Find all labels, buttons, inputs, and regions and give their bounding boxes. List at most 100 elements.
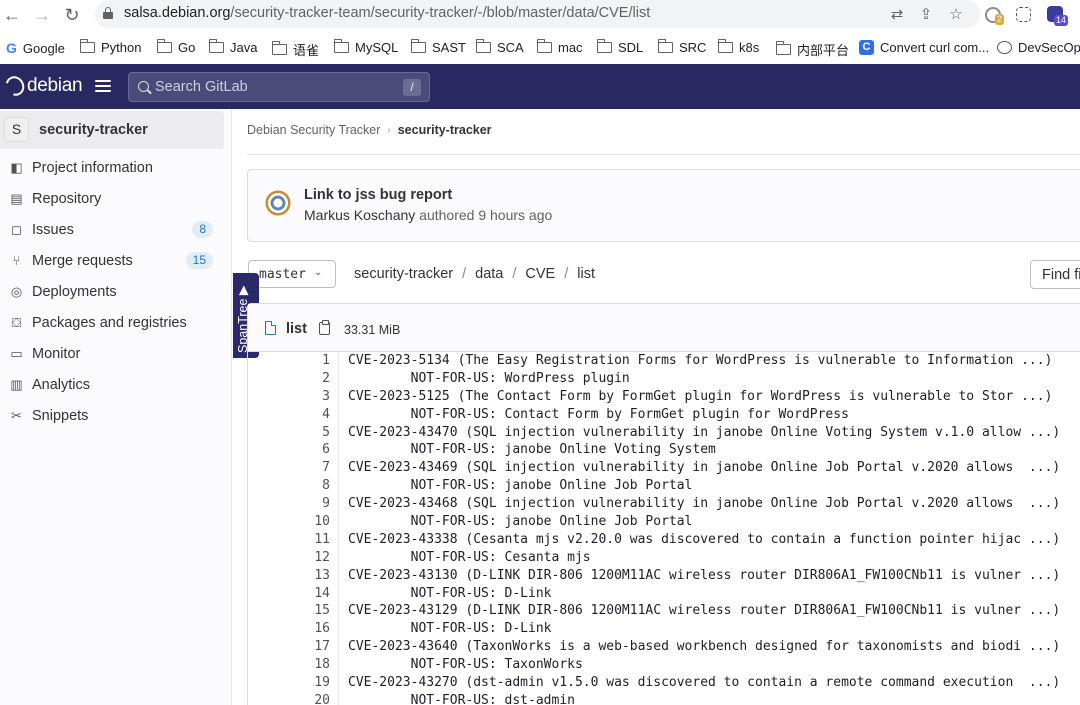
chart-icon: ▥ [10, 377, 23, 392]
line-number[interactable]: 5 [248, 424, 330, 442]
line-number[interactable]: 16 [248, 620, 330, 638]
menu-icon[interactable] [95, 80, 111, 92]
bookmark-item[interactable]: 内部平台 [775, 40, 849, 59]
folder-icon [596, 39, 612, 53]
code-line: 19 CVE-2023-43270 (dst-admin v1.5.0 was d… [248, 674, 1080, 692]
line-number[interactable]: 6 [248, 441, 330, 459]
sidebar-item-repository[interactable]: ▤ Repository [0, 186, 224, 212]
sidebar-item-analytics[interactable]: ▥ Analytics [0, 372, 224, 398]
path-separator: / [564, 266, 569, 282]
bookmark-item[interactable]: C Convert curl com... [859, 40, 989, 55]
bookmark-item[interactable]: k8s [717, 39, 759, 55]
line-text: CVE-2023-43338 (Cesanta mjs v2.20.0 was … [348, 531, 1061, 547]
path-segment-link[interactable]: data [475, 266, 503, 282]
bookmark-item[interactable]: Python [79, 39, 141, 55]
sidebar-item-issues[interactable]: ◻ Issues 8 [0, 217, 224, 243]
path-separator: / [512, 266, 517, 282]
line-number[interactable]: 7 [248, 459, 330, 477]
line-text: CVE-2023-5134 (The Easy Registration For… [348, 353, 1053, 368]
project-header[interactable]: S security-tracker [0, 111, 224, 149]
line-number[interactable]: 4 [248, 406, 330, 424]
find-file-button[interactable]: Find file [1030, 260, 1080, 289]
bookmark-item[interactable]: DevSecOps [997, 40, 1080, 55]
line-number[interactable]: 17 [248, 638, 330, 656]
bookmark-item[interactable]: 语雀 [271, 40, 319, 59]
debian-logo[interactable]: debian [2, 72, 83, 100]
merge-requests-count-badge: 15 [185, 252, 213, 269]
path-segment-link[interactable]: security-tracker [354, 266, 453, 282]
code-line: 14 NOT-FOR-US: D-Link [248, 584, 1080, 603]
gutter-divider [338, 584, 339, 603]
extension-icon[interactable]: 14 [1047, 6, 1068, 26]
commit-title-link[interactable]: Link to jss bug report [304, 187, 452, 203]
sidebar-item-snippets[interactable]: ✂ Snippets [0, 403, 224, 429]
line-number[interactable]: 13 [248, 567, 330, 585]
bookmark-item[interactable]: MySQL [333, 39, 398, 55]
commit-author-link[interactable]: Markus Koschany [304, 207, 415, 223]
line-number[interactable]: 11 [248, 531, 330, 549]
line-number[interactable]: 19 [248, 674, 330, 692]
bookmark-item[interactable]: mac [536, 39, 583, 55]
line-number[interactable]: 20 [248, 692, 330, 705]
back-icon[interactable]: ← [2, 5, 22, 25]
gutter-divider [338, 656, 339, 675]
code-line: 16 NOT-FOR-US: D-Link [248, 620, 1080, 639]
bookmark-item[interactable]: Go [156, 39, 195, 55]
sidebar-item-merge-requests[interactable]: ⑂ Merge requests 15 [0, 248, 224, 274]
browser-toolbar: ← → ↻ salsa.debian.org/security-tracker-… [0, 0, 1080, 30]
qr-extension-icon[interactable] [1016, 7, 1031, 22]
branch-selector[interactable]: master ⌄ [248, 260, 336, 288]
file-viewer: list 33.31 MiB 1 CVE-2023-5134 (The Easy … [247, 303, 1080, 705]
sidebar-item-project-information[interactable]: ◧ Project information [0, 155, 224, 181]
sidebar-item-packages-and-registries[interactable]: ⛋ Packages and registries [0, 310, 224, 336]
gutter-divider [338, 405, 339, 424]
search-input[interactable]: Search GitLab / [128, 72, 430, 102]
share-icon[interactable]: ⇪ [917, 6, 935, 24]
gutter-divider [338, 674, 339, 692]
folder-icon [156, 39, 172, 53]
line-number[interactable]: 2 [248, 370, 330, 388]
branch-name: master [259, 267, 306, 282]
reload-icon[interactable]: ↻ [62, 5, 82, 25]
line-text: NOT-FOR-US: Cesanta mjs [348, 549, 591, 565]
bookmark-item[interactable]: SCA [475, 39, 524, 55]
forward-icon[interactable]: → [32, 5, 52, 25]
breadcrumb-parent-link[interactable]: Debian Security Tracker [247, 123, 380, 137]
gitlab-header: debian Search GitLab / [0, 64, 1080, 109]
bookmark-item[interactable]: SDL [596, 39, 643, 55]
file-size: 33.31 MiB [344, 323, 401, 337]
search-placeholder: Search GitLab [155, 79, 248, 95]
line-text: NOT-FOR-US: janobe Online Job Portal [348, 478, 693, 494]
bookmark-item[interactable]: SAST [410, 39, 466, 55]
sidebar-item-monitor[interactable]: ▭ Monitor [0, 341, 224, 367]
code-line: 11 CVE-2023-43338 (Cesanta mjs v2.20.0 wa… [248, 530, 1080, 549]
line-number[interactable]: 15 [248, 602, 330, 620]
copy-icon[interactable] [319, 320, 330, 335]
translate-icon[interactable]: ⇄ [888, 6, 906, 24]
gutter-divider [338, 477, 339, 496]
sidebar-item-deployments[interactable]: ◎ Deployments [0, 279, 224, 305]
address-bar[interactable]: salsa.debian.org/security-tracker-team/s… [95, 0, 980, 28]
line-number[interactable]: 1 [248, 352, 330, 370]
bookmark-item[interactable]: SRC [657, 39, 706, 55]
debian-swirl-icon [2, 72, 28, 100]
line-number[interactable]: 10 [248, 513, 330, 531]
code-line: 13 CVE-2023-43130 (D-LINK DIR-806 1200M11… [248, 566, 1080, 585]
breadcrumb-current-link[interactable]: security-tracker [398, 123, 492, 137]
line-number[interactable]: 12 [248, 549, 330, 567]
line-number[interactable]: 3 [248, 388, 330, 406]
extension-icon[interactable]: 2 [985, 7, 1004, 25]
line-number[interactable]: 9 [248, 495, 330, 513]
line-number[interactable]: 18 [248, 656, 330, 674]
folder-icon [475, 39, 491, 53]
line-number[interactable]: 14 [248, 585, 330, 603]
gutter-divider [338, 495, 339, 514]
path-segment-link[interactable]: CVE [525, 266, 555, 282]
bookmark-item[interactable]: Java [208, 39, 257, 55]
commit-meta: Markus Koschany authored 9 hours ago [304, 207, 552, 223]
lock-icon [103, 7, 113, 19]
bookmark-item[interactable]: G Google [6, 40, 65, 56]
line-number[interactable]: 8 [248, 477, 330, 495]
author-avatar[interactable] [263, 188, 293, 218]
star-icon[interactable]: ☆ [947, 6, 965, 24]
